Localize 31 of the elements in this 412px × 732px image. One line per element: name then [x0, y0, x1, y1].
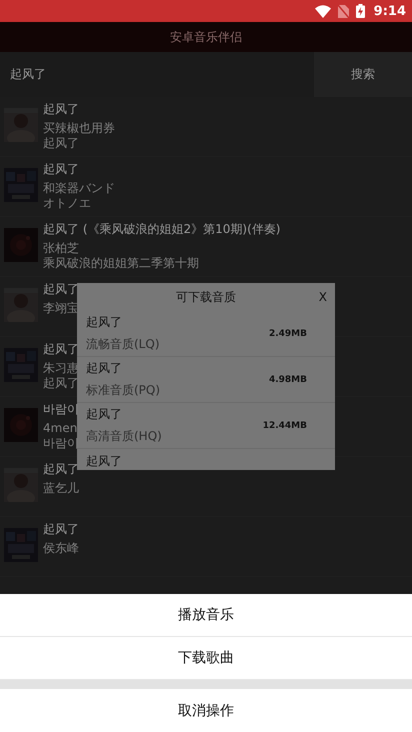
- song-title: 起风了: [43, 461, 79, 478]
- song-title: 起风了: [43, 281, 79, 298]
- option-quality: 标准音质(PQ): [86, 382, 160, 399]
- song-detail: オトノエ: [43, 196, 92, 211]
- song-detail: 乘风破浪的姐姐第二季第十期: [43, 256, 200, 271]
- song-title: 起风了: [43, 101, 80, 118]
- song-detail: 4men: [43, 421, 78, 436]
- song-detail: 侯东峰: [43, 541, 79, 556]
- song-detail: 바람이: [43, 436, 79, 451]
- option-size: 4.98MB: [268, 374, 307, 384]
- song-detail: 和楽器バンド: [43, 181, 115, 196]
- song-title: 바람이: [43, 401, 79, 418]
- song-detail: 起风了: [43, 136, 80, 151]
- dialog-title: 可下载音质: [176, 288, 236, 306]
- option-size: 2.49MB: [268, 328, 307, 338]
- option-quality: 流畅音质(LQ): [86, 336, 160, 353]
- song-detail: 张柏芝: [43, 241, 80, 256]
- song-title: 起风了 (《乘风破浪的姐姐2》第10期)(伴奏): [43, 221, 280, 238]
- song-detail: 买辣椒也用券: [43, 121, 115, 136]
- option-song-name: 起风了: [86, 360, 123, 377]
- song-detail: 起风了: [43, 376, 79, 391]
- song-title: 起风了: [43, 341, 79, 358]
- option-song-name: 起风了: [86, 406, 123, 423]
- option-quality: 高清音质(HQ): [86, 428, 162, 445]
- song-detail: 蓝乞儿: [43, 481, 79, 496]
- app-title: 安卓音乐伴侣: [170, 28, 242, 46]
- song-title: 起风了: [43, 161, 80, 178]
- option-song-name: 起风了: [86, 314, 123, 331]
- song-title: 起风了: [43, 521, 79, 538]
- status-time: 9:14: [374, 4, 406, 18]
- option-size: 12.44MB: [262, 420, 307, 430]
